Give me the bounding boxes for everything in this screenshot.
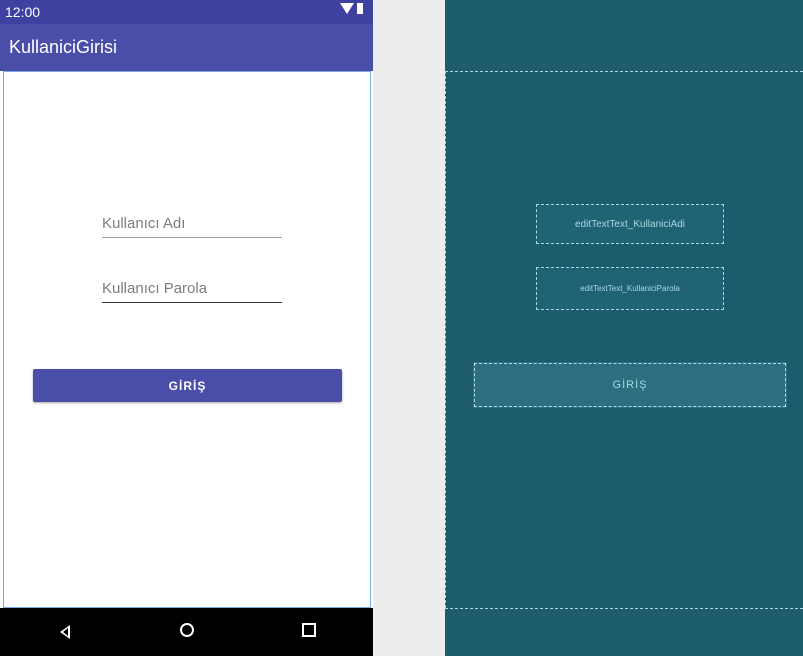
blueprint-password-field[interactable]: editTextText_KullaniciParola	[536, 267, 724, 310]
blueprint-bottom-boundary	[445, 608, 803, 609]
home-icon[interactable]	[180, 623, 194, 637]
status-bar: 12:00	[0, 0, 373, 24]
username-hint: Kullanıcı Adı	[102, 215, 186, 232]
navigation-bar	[0, 608, 373, 656]
wifi-icon	[340, 3, 354, 14]
blueprint-preview: editTextText_KullaniciAdi editTextText_K…	[445, 0, 803, 656]
app-bar: KullaniciGirisi	[0, 24, 373, 71]
username-field[interactable]: Kullanıcı Adı	[102, 208, 282, 238]
username-underline	[102, 237, 282, 238]
recent-apps-icon[interactable]	[302, 623, 316, 637]
blueprint-left-boundary	[445, 71, 446, 608]
back-icon-inner	[63, 628, 68, 636]
login-button[interactable]: GİRİŞ	[33, 369, 342, 402]
password-field[interactable]: Kullanıcı Parola	[102, 273, 282, 303]
status-time: 12:00	[5, 4, 41, 20]
blueprint-username-field[interactable]: editTextText_KullaniciAdi	[536, 204, 724, 244]
battery-icon	[357, 3, 363, 14]
status-icons	[340, 3, 363, 14]
blueprint-top-boundary	[445, 71, 803, 72]
app-title: KullaniciGirisi	[9, 37, 118, 57]
password-underline	[102, 301, 282, 303]
blueprint-login-button[interactable]: GİRİŞ	[473, 362, 787, 408]
layout-container[interactable]: Kullanıcı Adı Kullanıcı Parola	[3, 71, 371, 608]
password-hint: Kullanıcı Parola	[102, 280, 208, 297]
design-preview: 12:00 KullaniciGirisi Kullanıcı Adı Kull…	[0, 0, 373, 656]
